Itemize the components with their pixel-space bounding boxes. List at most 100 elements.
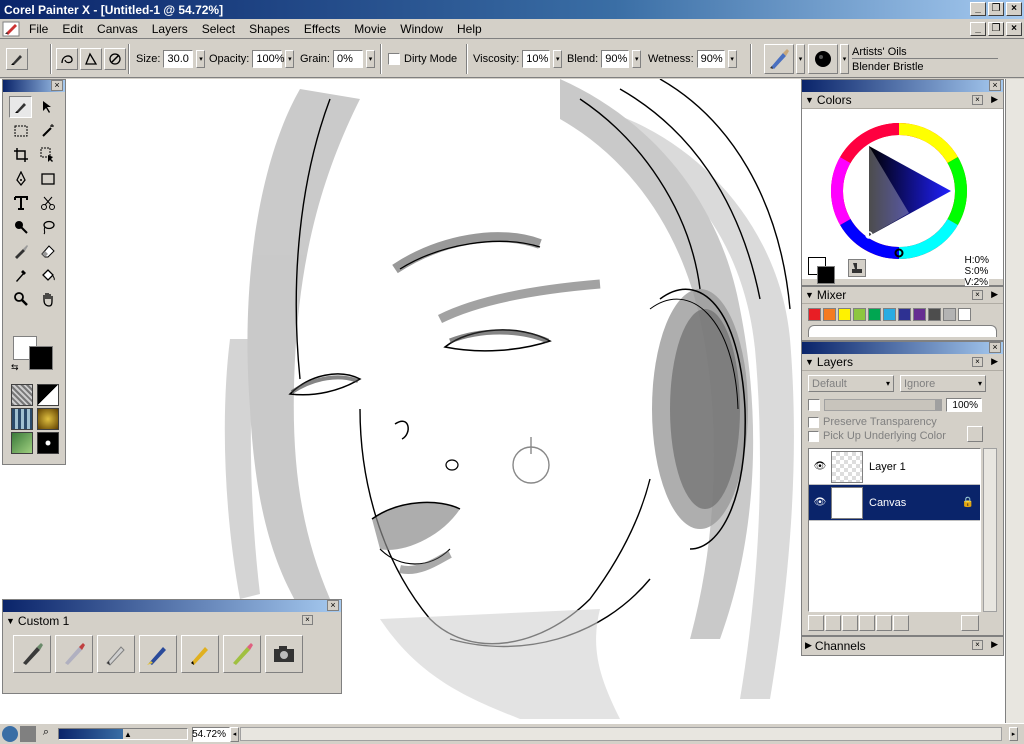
colors-additional-swatch[interactable] xyxy=(817,266,835,284)
canvas-vertical-scrollbar[interactable] xyxy=(1005,79,1024,723)
grabber-icon[interactable] xyxy=(36,288,59,310)
colors-panel-remove-button[interactable]: × xyxy=(972,95,983,105)
swap-colors-icon[interactable]: ⇆ xyxy=(11,362,19,373)
zoom-icon[interactable]: ⌕ xyxy=(38,726,54,742)
channels-panel-menu-icon[interactable]: ▶ xyxy=(991,639,998,650)
channels-expand-icon[interactable]: ▶ xyxy=(805,640,812,651)
layer-list-scrollbar[interactable] xyxy=(983,448,997,612)
mixer-swatch[interactable] xyxy=(943,308,956,321)
brush-variant-icon[interactable] xyxy=(808,44,838,74)
custom-palette-close-button[interactable]: × xyxy=(327,600,339,611)
rectangle-shape-icon[interactable] xyxy=(36,168,59,190)
painter-logo-icon[interactable] xyxy=(2,21,20,37)
brush-icon[interactable] xyxy=(9,96,32,118)
dynamic-plugins-icon[interactable] xyxy=(825,615,841,631)
dirty-mode-checkbox[interactable] xyxy=(388,53,400,65)
menu-select[interactable]: Select xyxy=(195,22,242,36)
oil-brush-icon[interactable] xyxy=(13,635,51,673)
blend-field[interactable]: 90% xyxy=(601,50,630,68)
grain-field[interactable]: 0% xyxy=(332,50,363,68)
freehand-stroke-icon[interactable] xyxy=(56,48,78,70)
nozzle-selector-icon[interactable] xyxy=(11,432,33,454)
close-button[interactable]: × xyxy=(1006,2,1022,16)
delete-layer-icon[interactable] xyxy=(961,615,979,631)
pencil-icon[interactable] xyxy=(97,635,135,673)
menu-effects[interactable]: Effects xyxy=(297,22,347,36)
layer-adjuster-icon[interactable] xyxy=(36,96,59,118)
menu-edit[interactable]: Edit xyxy=(55,22,90,36)
camera-icon[interactable] xyxy=(265,635,303,673)
layers-collapse-icon[interactable]: ▼ xyxy=(805,357,814,367)
menu-canvas[interactable]: Canvas xyxy=(90,22,145,36)
brush-tool-icon[interactable] xyxy=(6,48,28,70)
layer-lock-checkbox[interactable] xyxy=(808,399,820,411)
grid-toggle-icon[interactable] xyxy=(20,726,36,742)
pastel-icon[interactable] xyxy=(223,635,261,673)
layers-panel-close-button[interactable]: × xyxy=(989,342,1001,353)
collapse-triangle-icon[interactable]: ▼ xyxy=(6,616,15,626)
viscosity-field[interactable]: 10% xyxy=(522,50,551,68)
pattern-selector-icon[interactable] xyxy=(11,408,33,430)
layer-commands-icon[interactable] xyxy=(808,615,824,631)
layers-panel-menu-icon[interactable]: ▶ xyxy=(991,356,998,367)
doc-minimize-button[interactable]: _ xyxy=(970,22,986,36)
grain-slider-button[interactable]: ▾ xyxy=(365,50,375,68)
mixer-swatch[interactable] xyxy=(838,308,851,321)
brush-variant-dropdown[interactable]: ▾ xyxy=(840,44,849,74)
mixer-panel-remove-button[interactable]: × xyxy=(972,290,983,300)
opacity-slider-thumb[interactable] xyxy=(935,400,941,410)
colors-panel-close-button[interactable]: × xyxy=(989,80,1001,91)
paper-selector-icon[interactable] xyxy=(11,384,33,406)
menu-help[interactable]: Help xyxy=(450,22,489,36)
menu-layers[interactable]: Layers xyxy=(145,22,195,36)
reset-tool-icon[interactable] xyxy=(104,48,126,70)
menu-movie[interactable]: Movie xyxy=(347,22,393,36)
rectangular-selection-icon[interactable] xyxy=(9,120,32,142)
color-wheel[interactable] xyxy=(802,109,1002,279)
colors-collapse-icon[interactable]: ▼ xyxy=(805,95,814,105)
paint-bucket-icon[interactable] xyxy=(36,264,59,286)
mixer-swatch[interactable] xyxy=(883,308,896,321)
eraser-icon[interactable] xyxy=(36,240,59,262)
mixer-swatch[interactable] xyxy=(853,308,866,321)
pick-up-underlying-checkbox[interactable] xyxy=(808,430,819,442)
scissors-icon[interactable] xyxy=(36,192,59,214)
mixer-swatch[interactable] xyxy=(958,308,971,321)
mixer-swatch[interactable] xyxy=(898,308,911,321)
new-layer-icon[interactable] xyxy=(859,615,875,631)
viscosity-slider-button[interactable]: ▾ xyxy=(553,50,563,68)
layer-extra-icon[interactable] xyxy=(893,615,909,631)
weave-selector-icon[interactable] xyxy=(37,408,59,430)
brush-category-dropdown[interactable]: ▾ xyxy=(796,44,805,74)
zoom-left-button[interactable]: ◂ xyxy=(230,726,239,742)
blend-slider-button[interactable]: ▾ xyxy=(632,50,642,68)
doc-restore-button[interactable]: ❐ xyxy=(988,22,1004,36)
composite-depth-select[interactable]: Ignore ▾ xyxy=(900,375,986,392)
clone-color-icon[interactable] xyxy=(848,259,866,277)
mixer-panel-menu-icon[interactable]: ▶ xyxy=(991,289,998,300)
layer-adjust-icon[interactable] xyxy=(876,615,892,631)
mixer-swatch[interactable] xyxy=(913,308,926,321)
zoom-slider-thumb[interactable]: ▲ xyxy=(124,730,132,739)
palette-knife-icon[interactable] xyxy=(139,635,177,673)
new-layer-mask-icon[interactable] xyxy=(842,615,858,631)
cloner-icon[interactable] xyxy=(9,240,32,262)
custom-palette-remove-button[interactable]: × xyxy=(302,615,313,625)
scroll-right-button[interactable]: ▸ xyxy=(1009,727,1018,741)
look-selector-icon[interactable] xyxy=(37,432,59,454)
opacity-field[interactable]: 100% xyxy=(252,50,285,68)
opacity-slider[interactable] xyxy=(824,399,942,411)
dodge-icon[interactable] xyxy=(9,216,32,238)
channels-panel-remove-button[interactable]: × xyxy=(972,640,983,650)
canvas-horizontal-scrollbar[interactable] xyxy=(240,727,1002,741)
menu-window[interactable]: Window xyxy=(393,22,450,36)
lasso-icon[interactable] xyxy=(36,216,59,238)
toolbox-close-button[interactable]: × xyxy=(51,80,63,91)
layer-visibility-eye-icon[interactable]: 👁 xyxy=(809,497,831,508)
pen-icon[interactable] xyxy=(9,168,32,190)
brush-category-icon[interactable] xyxy=(764,44,794,74)
zoom-field[interactable]: 54.72% xyxy=(192,726,230,742)
mixer-swatch[interactable] xyxy=(823,308,836,321)
selection-adjuster-icon[interactable] xyxy=(36,144,59,166)
marker-icon[interactable] xyxy=(181,635,219,673)
